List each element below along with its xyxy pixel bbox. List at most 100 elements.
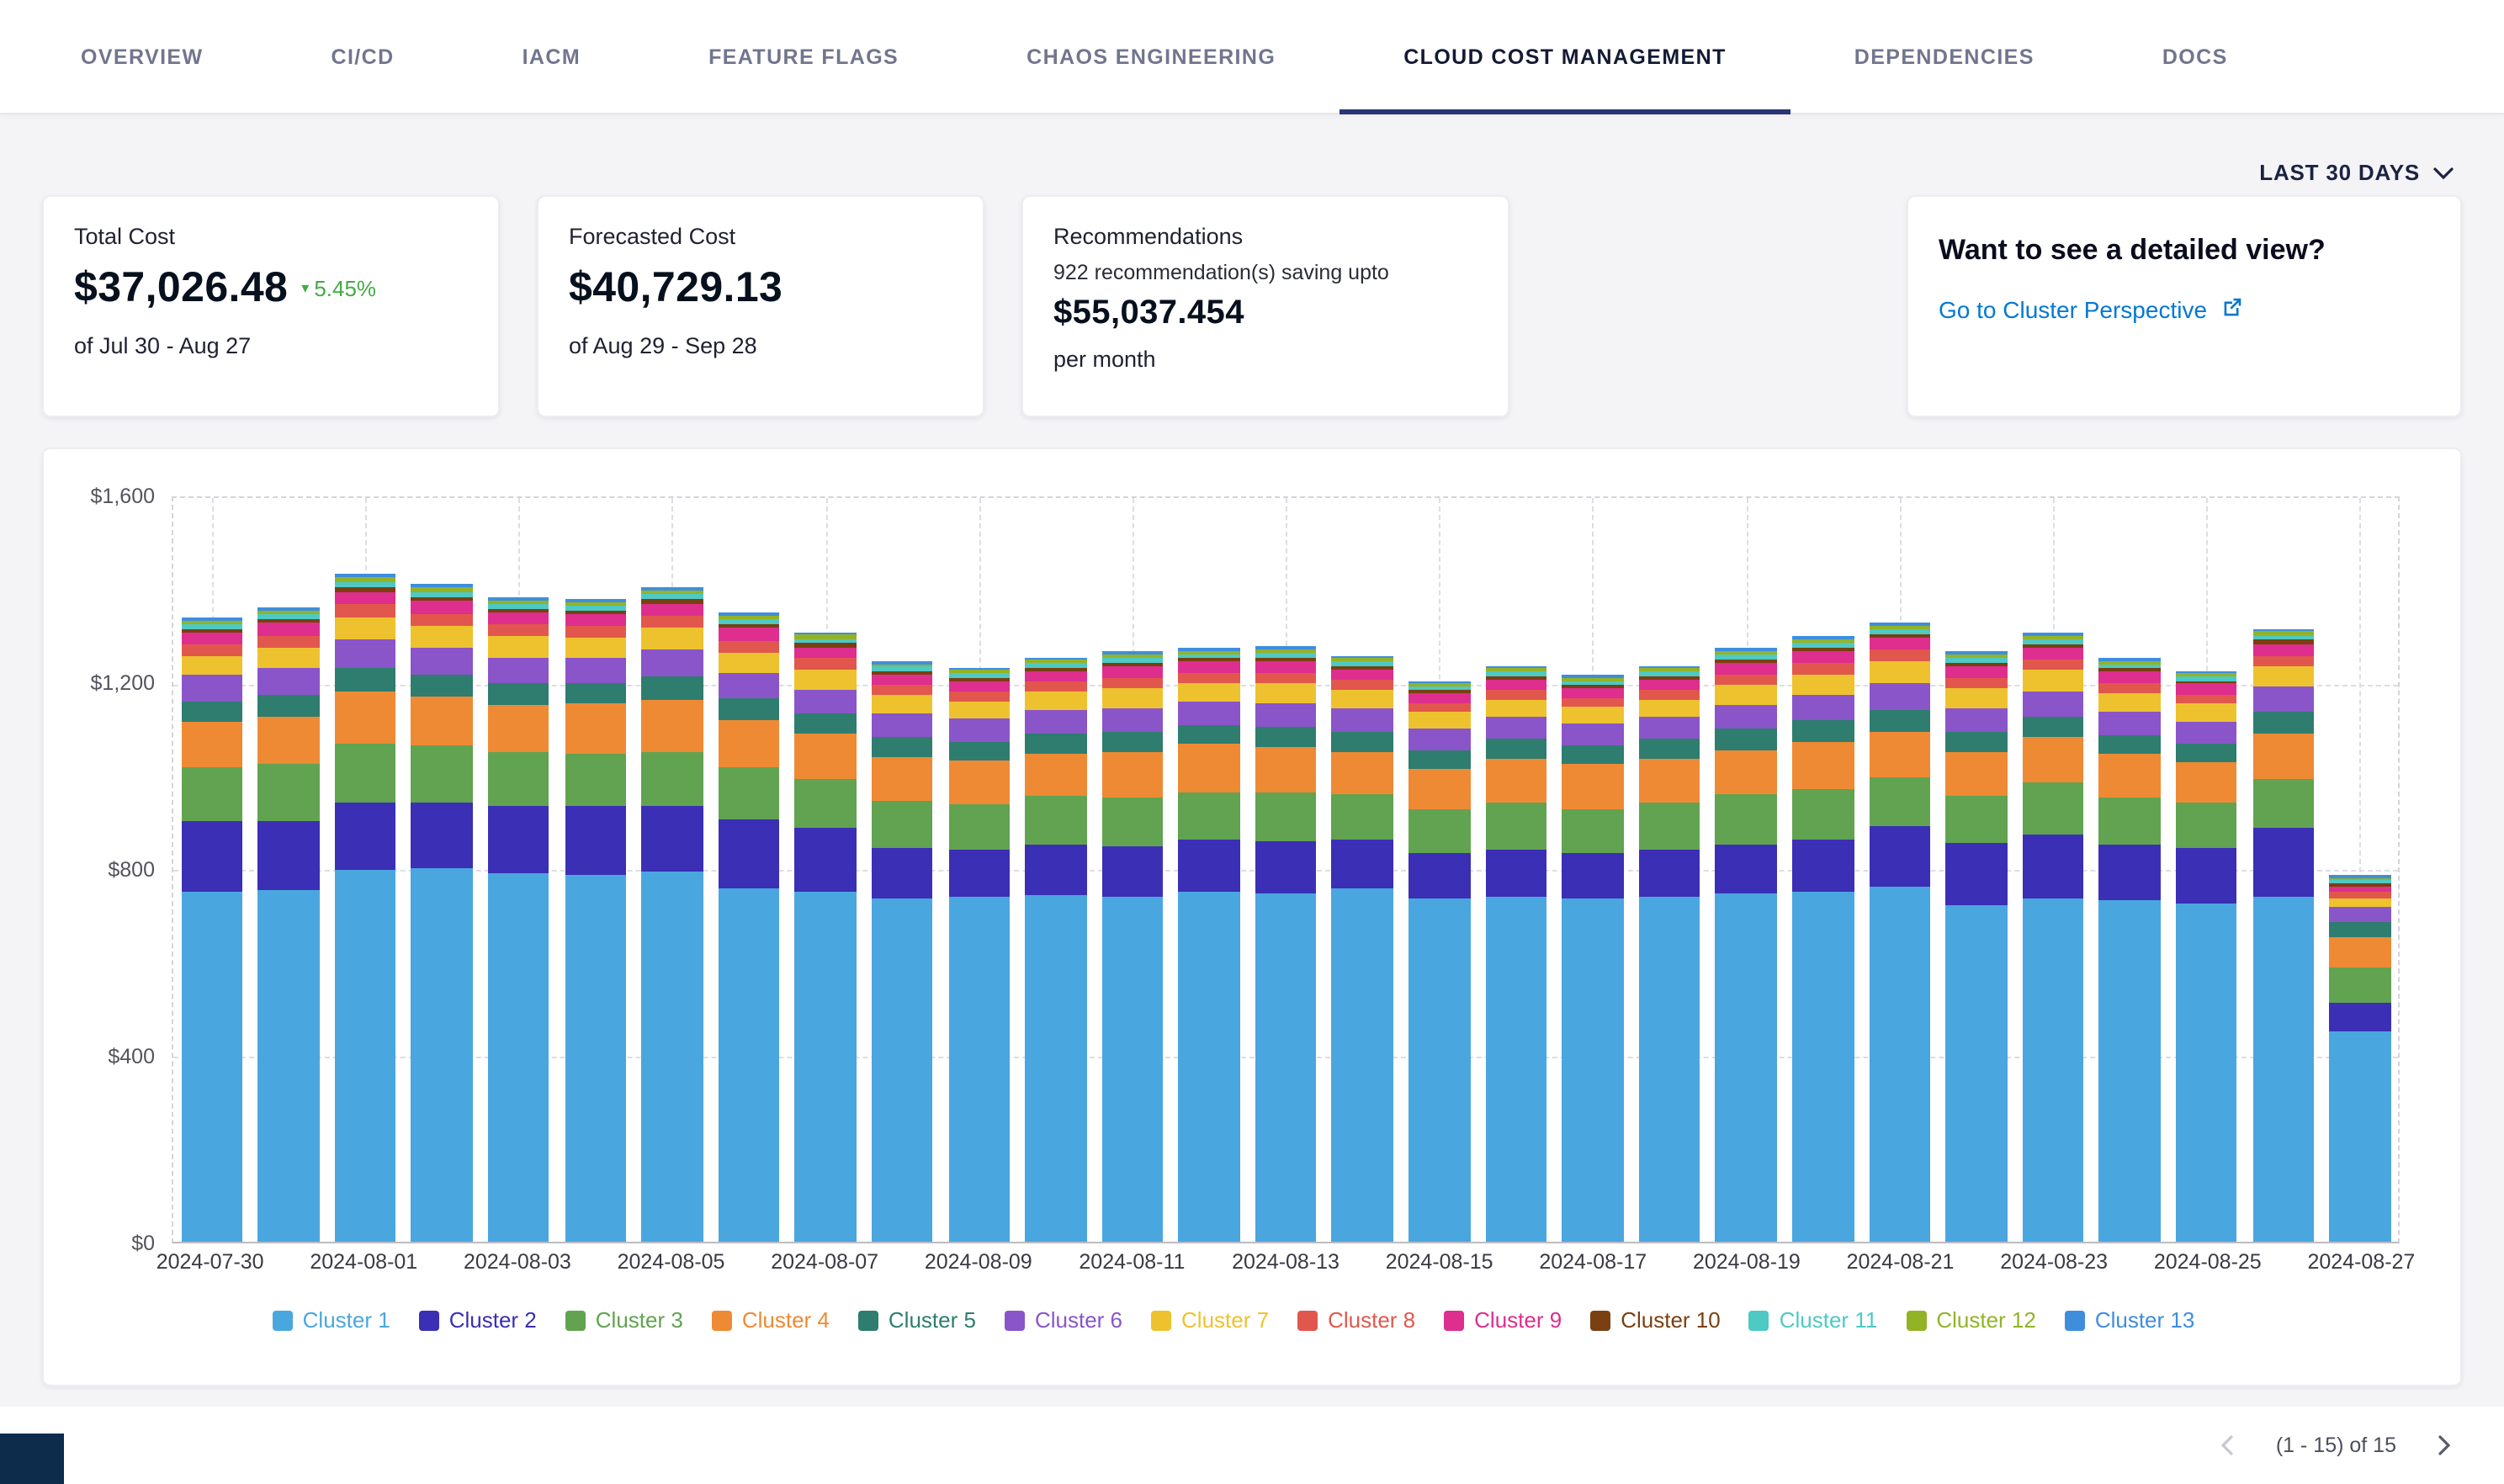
bar-segment-cluster-1[interactable] <box>948 896 1010 1242</box>
bar-segment-cluster-7[interactable] <box>1179 682 1240 701</box>
bar-segment-cluster-7[interactable] <box>1792 674 1854 694</box>
bar-segment-cluster-8[interactable] <box>335 605 396 617</box>
bar-segment-cluster-8[interactable] <box>1945 677 2007 688</box>
bar-segment-cluster-6[interactable] <box>335 639 396 667</box>
bar-segment-cluster-3[interactable] <box>2176 803 2237 847</box>
bar-segment-cluster-8[interactable] <box>2023 659 2084 670</box>
bar-segment-cluster-5[interactable] <box>1945 732 2007 752</box>
bar-segment-cluster-1[interactable] <box>1716 893 1777 1242</box>
bar-segment-cluster-9[interactable] <box>1332 669 1393 680</box>
bar-segment-cluster-7[interactable] <box>2023 670 2084 691</box>
bar-segment-cluster-7[interactable] <box>1562 707 1624 723</box>
stacked-bar[interactable] <box>181 617 242 1242</box>
bar-segment-cluster-6[interactable] <box>1485 717 1546 739</box>
bar-segment-cluster-2[interactable] <box>1945 843 2007 904</box>
bar-segment-cluster-7[interactable] <box>335 617 396 640</box>
bar-segment-cluster-3[interactable] <box>1025 797 1086 845</box>
bar-segment-cluster-9[interactable] <box>1255 661 1317 672</box>
bar-segment-cluster-9[interactable] <box>565 614 626 626</box>
stacked-bar[interactable] <box>1869 623 1930 1242</box>
bar-segment-cluster-6[interactable] <box>411 647 473 674</box>
bar-segment-cluster-5[interactable] <box>1639 739 1700 759</box>
bar-segment-cluster-1[interactable] <box>1255 893 1317 1242</box>
bar-segment-cluster-9[interactable] <box>1562 687 1624 697</box>
bar-segment-cluster-9[interactable] <box>2099 672 2161 683</box>
bar-segment-cluster-9[interactable] <box>181 633 242 644</box>
bar-segment-cluster-5[interactable] <box>1332 732 1393 751</box>
stacked-bar[interactable] <box>641 587 703 1242</box>
stacked-bar[interactable] <box>1716 649 1777 1242</box>
bar-segment-cluster-1[interactable] <box>565 876 626 1242</box>
bar-segment-cluster-8[interactable] <box>565 626 626 637</box>
bar-segment-cluster-4[interactable] <box>2329 937 2390 968</box>
bar-segment-cluster-3[interactable] <box>335 743 396 802</box>
bar-segment-cluster-8[interactable] <box>1179 672 1240 682</box>
bar-segment-cluster-4[interactable] <box>1332 751 1393 794</box>
bar-segment-cluster-3[interactable] <box>1101 798 1163 847</box>
bar-segment-cluster-3[interactable] <box>1716 794 1777 844</box>
pagination-next-button[interactable] <box>2430 1432 2457 1459</box>
bar-segment-cluster-4[interactable] <box>257 717 319 765</box>
bar-segment-cluster-5[interactable] <box>2252 713 2314 734</box>
bar-segment-cluster-2[interactable] <box>335 802 396 870</box>
bar-segment-cluster-9[interactable] <box>1639 679 1700 689</box>
bar-segment-cluster-8[interactable] <box>948 692 1010 702</box>
bar-segment-cluster-7[interactable] <box>257 647 319 667</box>
bar-segment-cluster-8[interactable] <box>181 644 242 655</box>
bar-segment-cluster-3[interactable] <box>2329 968 2390 1004</box>
bar-segment-cluster-9[interactable] <box>1945 666 2007 677</box>
bar-segment-cluster-6[interactable] <box>1639 717 1700 739</box>
bar-segment-cluster-7[interactable] <box>1255 683 1317 702</box>
bar-segment-cluster-4[interactable] <box>1639 759 1700 802</box>
bar-segment-cluster-5[interactable] <box>411 674 473 697</box>
stacked-bar[interactable] <box>2099 658 2161 1242</box>
legend-item-cluster-6[interactable]: Cluster 6 <box>1005 1307 1122 1333</box>
bar-segment-cluster-7[interactable] <box>1639 699 1700 717</box>
bar-segment-cluster-4[interactable] <box>948 760 1010 804</box>
bar-segment-cluster-4[interactable] <box>565 704 626 754</box>
stacked-bar[interactable] <box>795 632 857 1242</box>
bar-segment-cluster-8[interactable] <box>1101 677 1163 688</box>
bar-segment-cluster-2[interactable] <box>257 820 319 890</box>
bar-segment-cluster-7[interactable] <box>488 637 549 657</box>
bar-segment-cluster-8[interactable] <box>2252 655 2314 666</box>
bar-segment-cluster-8[interactable] <box>2176 694 2237 704</box>
bar-segment-cluster-4[interactable] <box>1408 769 1470 809</box>
bar-segment-cluster-6[interactable] <box>718 673 779 699</box>
bar-segment-cluster-7[interactable] <box>1716 686 1777 705</box>
bar-segment-cluster-2[interactable] <box>1792 840 1854 892</box>
bar-segment-cluster-2[interactable] <box>1485 850 1546 897</box>
bar-segment-cluster-9[interactable] <box>641 603 703 616</box>
bar-segment-cluster-5[interactable] <box>1485 739 1546 759</box>
bar-segment-cluster-2[interactable] <box>1639 850 1700 897</box>
stacked-bar[interactable] <box>872 661 933 1242</box>
stacked-bar[interactable] <box>335 574 396 1242</box>
bar-segment-cluster-5[interactable] <box>1025 734 1086 753</box>
bar-segment-cluster-1[interactable] <box>1562 898 1624 1242</box>
bar-segment-cluster-2[interactable] <box>1025 844 1086 894</box>
bar-segment-cluster-4[interactable] <box>2252 734 2314 778</box>
stacked-bar[interactable] <box>2023 633 2084 1242</box>
bar-segment-cluster-9[interactable] <box>795 647 857 658</box>
bar-segment-cluster-9[interactable] <box>257 623 319 635</box>
bar-segment-cluster-1[interactable] <box>1025 894 1086 1242</box>
bar-segment-cluster-4[interactable] <box>1562 764 1624 808</box>
bar-segment-cluster-1[interactable] <box>2252 896 2314 1242</box>
bar-segment-cluster-6[interactable] <box>641 649 703 676</box>
bar-segment-cluster-4[interactable] <box>1025 754 1086 797</box>
bar-segment-cluster-9[interactable] <box>1408 693 1470 703</box>
bar-segment-cluster-1[interactable] <box>1485 896 1546 1242</box>
bar-segment-cluster-8[interactable] <box>1792 663 1854 674</box>
tab-iacm[interactable]: IACM <box>459 0 645 113</box>
bar-segment-cluster-9[interactable] <box>1179 661 1240 672</box>
bar-segment-cluster-6[interactable] <box>2099 712 2161 735</box>
bar-segment-cluster-6[interactable] <box>257 667 319 694</box>
bar-segment-cluster-9[interactable] <box>718 628 779 640</box>
stacked-bar[interactable] <box>257 607 319 1242</box>
bar-segment-cluster-9[interactable] <box>872 675 933 686</box>
bar-segment-cluster-1[interactable] <box>2329 1031 2390 1242</box>
bar-segment-cluster-3[interactable] <box>565 754 626 806</box>
bar-segment-cluster-5[interactable] <box>718 698 779 720</box>
tab-overview[interactable]: OVERVIEW <box>17 0 268 113</box>
bar-segment-cluster-4[interactable] <box>1179 744 1240 792</box>
